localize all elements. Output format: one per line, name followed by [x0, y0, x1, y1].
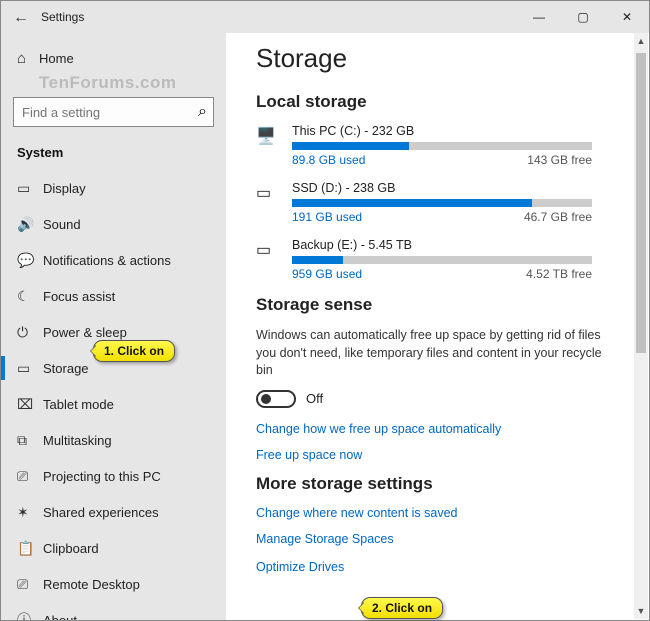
nav-label: Focus assist — [43, 289, 115, 304]
nav-icon: ✶ — [17, 504, 43, 521]
nav-label: Remote Desktop — [43, 577, 140, 592]
nav-label: Clipboard — [43, 541, 99, 556]
link-manage-storage-spaces[interactable]: Manage Storage Spaces — [256, 532, 627, 546]
drive-name: Backup (E:) - 5.45 TB — [292, 238, 627, 252]
storage-sense-heading: Storage sense — [256, 295, 627, 315]
titlebar: ← Settings — ▢ ✕ — [1, 1, 649, 33]
search-box[interactable]: ⌕ — [13, 97, 214, 127]
sidebar: ⌂ Home TenForums.com ⌕ System ▭Display🔊S… — [1, 33, 226, 620]
more-storage-heading: More storage settings — [256, 474, 627, 494]
scroll-down-icon[interactable]: ▼ — [634, 603, 648, 619]
nav-label: About — [43, 613, 77, 621]
nav-label: Notifications & actions — [43, 253, 171, 268]
drive-free: 46.7 GB free — [524, 210, 592, 224]
drive-name: This PC (C:) - 232 GB — [292, 124, 627, 138]
sidebar-item-display[interactable]: ▭Display — [1, 170, 226, 206]
home-label: Home — [39, 51, 74, 66]
drive-usage-bar — [292, 199, 592, 207]
storage-sense-toggle[interactable]: Off — [256, 390, 627, 408]
sidebar-item-tablet-mode[interactable]: ⌧Tablet mode — [1, 386, 226, 422]
link-optimize-drives[interactable]: Optimize Drives — [256, 560, 344, 574]
local-storage-heading: Local storage — [256, 92, 627, 112]
nav-icon: ⎚ — [17, 468, 43, 485]
drive-icon: ▭ — [256, 238, 292, 281]
drive-used: 191 GB used — [292, 210, 362, 224]
close-button[interactable]: ✕ — [605, 1, 649, 33]
drive-used: 959 GB used — [292, 267, 362, 281]
drive-row[interactable]: ▭SSD (D:) - 238 GB 191 GB used 46.7 GB fre… — [256, 181, 627, 224]
window-title: Settings — [41, 10, 84, 24]
nav-icon: ▭ — [17, 180, 43, 197]
sidebar-item-remote-desktop[interactable]: ⎚Remote Desktop — [1, 566, 226, 602]
nav-label: Storage — [43, 361, 89, 376]
search-icon: ⌕ — [198, 103, 207, 121]
drive-usage-bar — [292, 256, 592, 264]
back-button[interactable]: ← — [1, 7, 41, 27]
nav-icon: ⏻ — [17, 324, 43, 341]
sidebar-item-clipboard[interactable]: 📋Clipboard — [1, 530, 226, 566]
nav-icon: ⧉ — [17, 432, 43, 449]
drive-icon: ▭ — [256, 181, 292, 224]
link-free-up-now[interactable]: Free up space now — [256, 448, 627, 462]
drive-icon: 🖥️ — [256, 124, 292, 167]
nav-label: Projecting to this PC — [43, 469, 161, 484]
nav-label: Sound — [43, 217, 81, 232]
nav-icon: ⌧ — [17, 396, 43, 413]
nav-icon: 📋 — [17, 540, 43, 557]
nav-label: Tablet mode — [43, 397, 114, 412]
page-title: Storage — [256, 43, 627, 74]
main-panel: Storage Local storage 🖥️This PC (C:) - 2… — [226, 33, 649, 620]
nav-icon: ⎚ — [17, 576, 43, 593]
storage-sense-description: Windows can automatically free up space … — [256, 327, 616, 380]
sidebar-item-multitasking[interactable]: ⧉Multitasking — [1, 422, 226, 458]
nav-icon: ⓘ — [17, 610, 43, 620]
nav-label: Display — [43, 181, 86, 196]
home-icon: ⌂ — [17, 50, 39, 67]
sidebar-item-shared-experiences[interactable]: ✶Shared experiences — [1, 494, 226, 530]
drive-free: 4.52 TB free — [526, 267, 592, 281]
sidebar-item-focus-assist[interactable]: ☾Focus assist — [1, 278, 226, 314]
nav-label: Power & sleep — [43, 325, 127, 340]
callout-2: 2. Click on — [361, 597, 443, 619]
sidebar-item-notifications-actions[interactable]: 💬Notifications & actions — [1, 242, 226, 278]
link-change-free-up[interactable]: Change how we free up space automaticall… — [256, 422, 627, 436]
drive-name: SSD (D:) - 238 GB — [292, 181, 627, 195]
drive-row[interactable]: 🖥️This PC (C:) - 232 GB 89.8 GB used 143 G… — [256, 124, 627, 167]
drive-free: 143 GB free — [527, 153, 592, 167]
drive-usage-bar — [292, 142, 592, 150]
minimize-button[interactable]: — — [517, 1, 561, 33]
nav-label: Shared experiences — [43, 505, 159, 520]
nav-icon: 💬 — [17, 252, 43, 269]
scrollbar[interactable]: ▲ ▼ — [634, 33, 648, 619]
watermark: TenForums.com — [39, 73, 226, 93]
callout-1: 1. Click on — [93, 340, 175, 362]
toggle-switch-icon — [256, 390, 296, 408]
sidebar-item-sound[interactable]: 🔊Sound — [1, 206, 226, 242]
link-change-where-saved[interactable]: Change where new content is saved — [256, 506, 627, 520]
drive-row[interactable]: ▭Backup (E:) - 5.45 TB 959 GB used 4.52 TB… — [256, 238, 627, 281]
sidebar-item-projecting-to-this-pc[interactable]: ⎚Projecting to this PC — [1, 458, 226, 494]
nav-icon: ☾ — [17, 288, 43, 305]
scroll-up-icon[interactable]: ▲ — [634, 33, 648, 49]
category-heading: System — [1, 141, 226, 170]
drive-used: 89.8 GB used — [292, 153, 365, 167]
toggle-label: Off — [306, 391, 323, 406]
search-input[interactable] — [22, 105, 198, 120]
sidebar-item-about[interactable]: ⓘAbout — [1, 602, 226, 620]
nav-label: Multitasking — [43, 433, 112, 448]
maximize-button[interactable]: ▢ — [561, 1, 605, 33]
home-nav[interactable]: ⌂ Home — [1, 39, 226, 77]
scroll-thumb[interactable] — [636, 53, 646, 353]
nav-icon: 🔊 — [17, 216, 43, 233]
nav-icon: ▭ — [17, 360, 43, 377]
